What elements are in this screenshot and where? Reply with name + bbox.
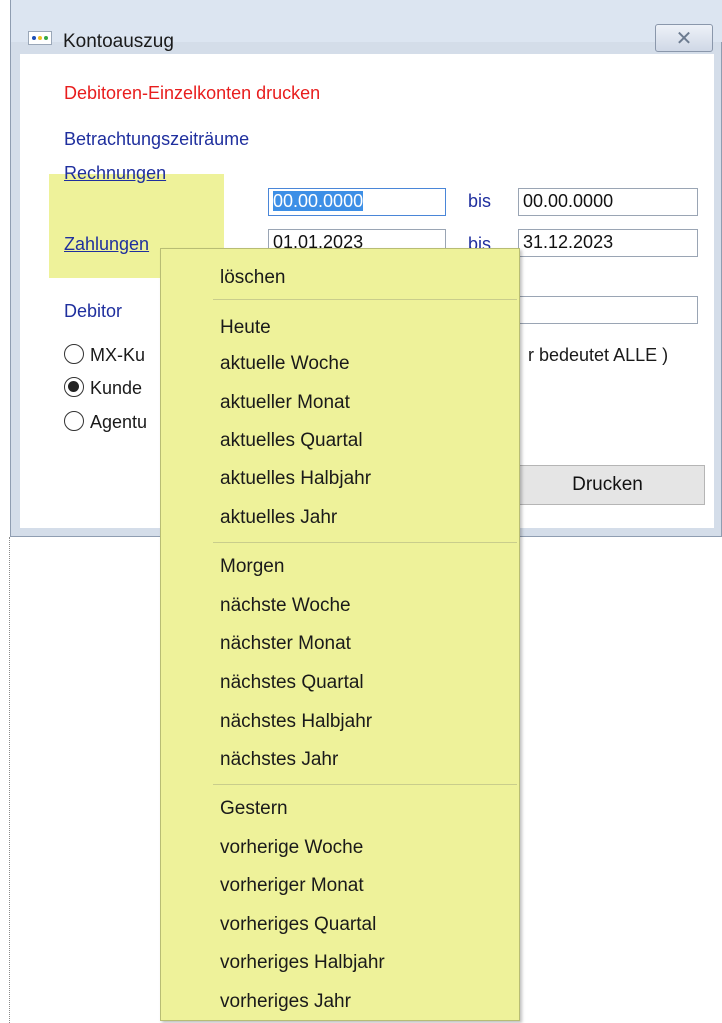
app-icon [28,31,52,45]
radio-selected-dot [68,381,79,392]
zahlungen-label[interactable]: Zahlungen [64,234,149,255]
close-icon: ✕ [675,27,693,50]
menu-item-naechste-woche[interactable]: nächste Woche [220,595,351,617]
window-title: Kontoauszug [63,31,174,52]
menu-item-naechstes-quartal[interactable]: nächstes Quartal [220,672,364,694]
menu-item-aktuelles-halbjahr[interactable]: aktuelles Halbjahr [220,468,371,490]
rechnungen-to-field[interactable]: 00.00.0000 [518,188,698,216]
menu-item-loeschen[interactable]: löschen [220,267,286,289]
menu-separator [213,542,517,543]
menu-item-vorheriges-jahr[interactable]: vorheriges Jahr [220,991,351,1013]
menu-item-vorheriges-quartal[interactable]: vorheriges Quartal [220,914,376,936]
date-range-context-menu: löschen Heute aktuelle Woche aktueller M… [160,248,520,1021]
menu-item-heute[interactable]: Heute [220,317,271,339]
menu-item-vorheriger-monat[interactable]: vorheriger Monat [220,875,364,897]
debitor-field[interactable] [518,296,698,324]
menu-item-gestern[interactable]: Gestern [220,798,288,820]
print-button[interactable]: Drucken [510,465,705,505]
menu-item-aktuelles-quartal[interactable]: aktuelles Quartal [220,430,363,452]
zahlungen-to-field[interactable]: 31.12.2023 [518,229,698,257]
radio-agentur[interactable] [64,411,84,431]
menu-separator [213,299,517,300]
title-bar[interactable]: Kontoauszug ✕ [11,0,722,52]
radio-agentur-label: Agentu [90,412,148,432]
menu-separator [213,784,517,785]
menu-item-naechstes-jahr[interactable]: nächstes Jahr [220,749,338,771]
debitor-label: Debitor [64,301,123,321]
dialog-heading: Debitoren-Einzelkonten drucken [64,83,321,103]
menu-item-vorheriges-halbjahr[interactable]: vorheriges Halbjahr [220,952,385,974]
radio-mx-kunde-label: MX-Ku [90,345,146,365]
menu-item-morgen[interactable]: Morgen [220,556,284,578]
menu-item-aktuelles-jahr[interactable]: aktuelles Jahr [220,507,337,529]
menu-item-vorherige-woche[interactable]: vorherige Woche [220,837,363,859]
rechnungen-bis-label: bis [468,191,492,211]
menu-item-aktueller-monat[interactable]: aktueller Monat [220,392,350,414]
menu-item-naechster-monat[interactable]: nächster Monat [220,633,351,655]
rechnungen-label[interactable]: Rechnungen [64,163,166,184]
radio-mx-kunde[interactable] [64,344,84,364]
close-button[interactable]: ✕ [655,24,713,52]
menu-item-naechstes-halbjahr[interactable]: nächstes Halbjahr [220,711,372,733]
radio-kunde-label: Kunde [90,378,143,398]
desktop-dotted-border [9,537,10,1023]
period-heading: Betrachtungszeiträume [64,129,250,149]
rechnungen-from-value: 00.00.0000 [273,191,364,211]
rechnungen-from-field[interactable]: 00.00.0000 [268,188,446,216]
all-hint: r bedeutet ALLE ) [528,345,669,365]
menu-item-aktuelle-woche[interactable]: aktuelle Woche [220,353,350,375]
radio-kunde[interactable] [64,377,84,397]
